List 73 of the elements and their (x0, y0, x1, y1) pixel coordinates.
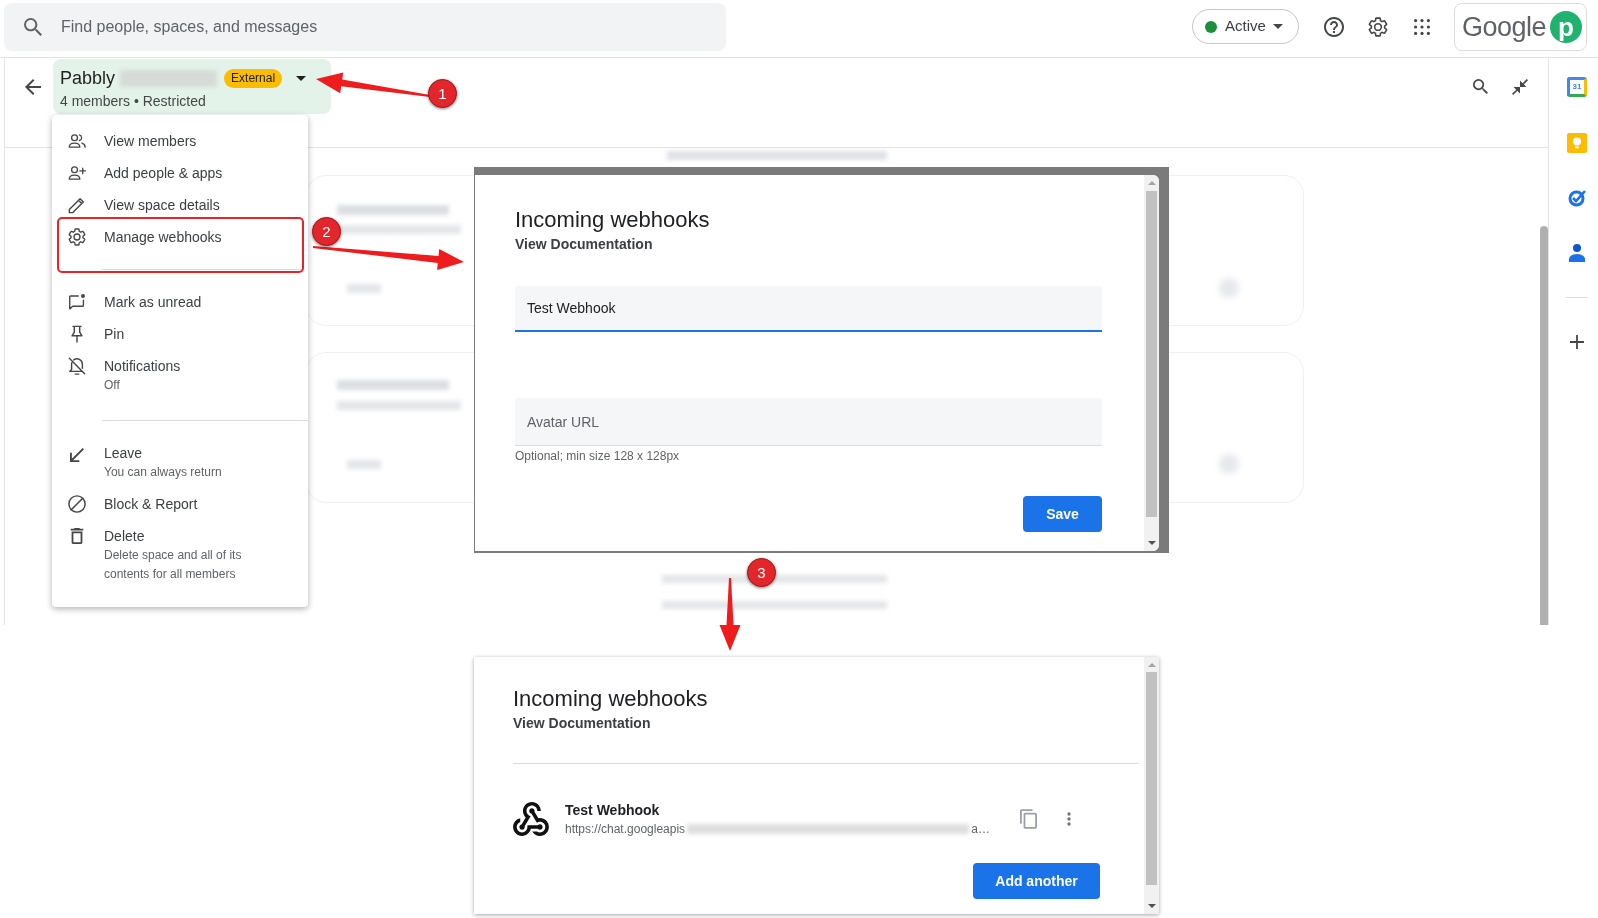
pin-icon (68, 325, 86, 343)
blurred-icon (1219, 278, 1239, 298)
help-icon[interactable] (1324, 17, 1344, 37)
check-circle-icon[interactable] (1568, 189, 1586, 207)
calendar-icon[interactable]: 31 (1567, 77, 1587, 97)
bell-off-icon (68, 357, 86, 375)
webhook-name: Test Webhook (565, 801, 660, 819)
blurred-text (347, 459, 381, 469)
logo-text: Google (1462, 12, 1547, 42)
people-icon (68, 132, 86, 150)
space-name: Pabbly (60, 67, 116, 89)
webhook-url: a… (971, 821, 990, 837)
search-icon[interactable] (24, 18, 42, 36)
caret-icon (296, 75, 307, 81)
save-button[interactable]: Save (1023, 496, 1102, 532)
dialog-title: Incoming webhooks (515, 207, 710, 233)
menu-item[interactable]: Delete Delete space and all of its contents for all members (52, 520, 308, 590)
vertical-dots-icon[interactable] (1067, 812, 1071, 826)
blurred-icon (1219, 454, 1239, 474)
menu-item[interactable]: Notifications Off (52, 350, 308, 401)
person-add-icon (68, 164, 86, 182)
account-button[interactable]: Google p (1454, 3, 1587, 51)
menu-item[interactable]: Block & Report (52, 488, 308, 520)
caret-icon (1272, 24, 1283, 29)
person-icon[interactable] (1569, 244, 1585, 262)
external-badge: External (224, 68, 283, 88)
scrollbar-thumb[interactable] (1146, 191, 1157, 517)
webhook-url: https://chat.googleapis (565, 821, 686, 837)
arrow-left-icon[interactable] (25, 79, 41, 95)
dialog-title: Incoming webhooks (513, 686, 708, 712)
menu-item[interactable]: Mark as unread (52, 286, 308, 318)
menu-item[interactable]: View members (52, 125, 308, 157)
letter-logo: p (1550, 11, 1582, 43)
plus-icon[interactable] (1570, 335, 1584, 349)
scrollbar-thumb[interactable] (1146, 672, 1157, 885)
menu-item[interactable]: Manage webhooks (52, 221, 308, 253)
scrollbar-thumb[interactable] (1540, 226, 1548, 625)
status-dot-icon (1205, 20, 1217, 33)
trash-icon (68, 527, 86, 545)
search-icon[interactable] (1473, 79, 1488, 94)
space-menu-button[interactable]: Pabbly External 4 members • Restricted (53, 59, 331, 114)
documentation-link[interactable]: View Documentation (513, 714, 651, 732)
menu-item[interactable]: Add people & apps (52, 157, 308, 189)
add-another-button[interactable]: Add another (973, 863, 1100, 899)
callout-number: 1 (428, 79, 457, 108)
menu-item[interactable]: Leave You can always return (52, 437, 308, 488)
dots-grid-icon[interactable] (1414, 19, 1430, 35)
scroll-down-icon[interactable] (1147, 904, 1156, 908)
prohibited-icon (68, 495, 86, 513)
scroll-down-icon[interactable] (1147, 541, 1156, 545)
text-field[interactable]: Avatar URL (515, 398, 1102, 446)
menu-item-description: Off (104, 377, 121, 394)
settings-icon[interactable] (1368, 17, 1388, 37)
arrow-down-left-icon (70, 447, 84, 462)
chat-dot-icon (68, 293, 86, 311)
arrows-inward-icon[interactable] (1512, 79, 1528, 95)
menu-item[interactable]: View space details (52, 189, 308, 221)
webhook-icon (513, 802, 549, 836)
pencil-icon (68, 196, 86, 214)
space-subtitle: 4 members • Restricted (60, 92, 206, 110)
copy-icon[interactable] (1020, 809, 1037, 829)
menu-item-description: You can always return (104, 464, 223, 481)
text-field[interactable]: Test Webhook (515, 286, 1102, 332)
search-field[interactable]: Find people, spaces, and messages (4, 3, 726, 51)
gear-icon (68, 228, 86, 246)
search-input[interactable]: Find people, spaces, and messages (61, 12, 661, 42)
callout-number: 3 (747, 558, 776, 587)
blurred-text (347, 283, 381, 293)
menu-item[interactable]: Pin (52, 318, 308, 350)
field-hint: Optional; min size 128 x 128px (515, 448, 680, 464)
callout-number: 2 (312, 217, 341, 246)
menu-item-description: Delete space and all of its contents for all members (104, 547, 243, 583)
documentation-link[interactable]: View Documentation (515, 235, 653, 253)
